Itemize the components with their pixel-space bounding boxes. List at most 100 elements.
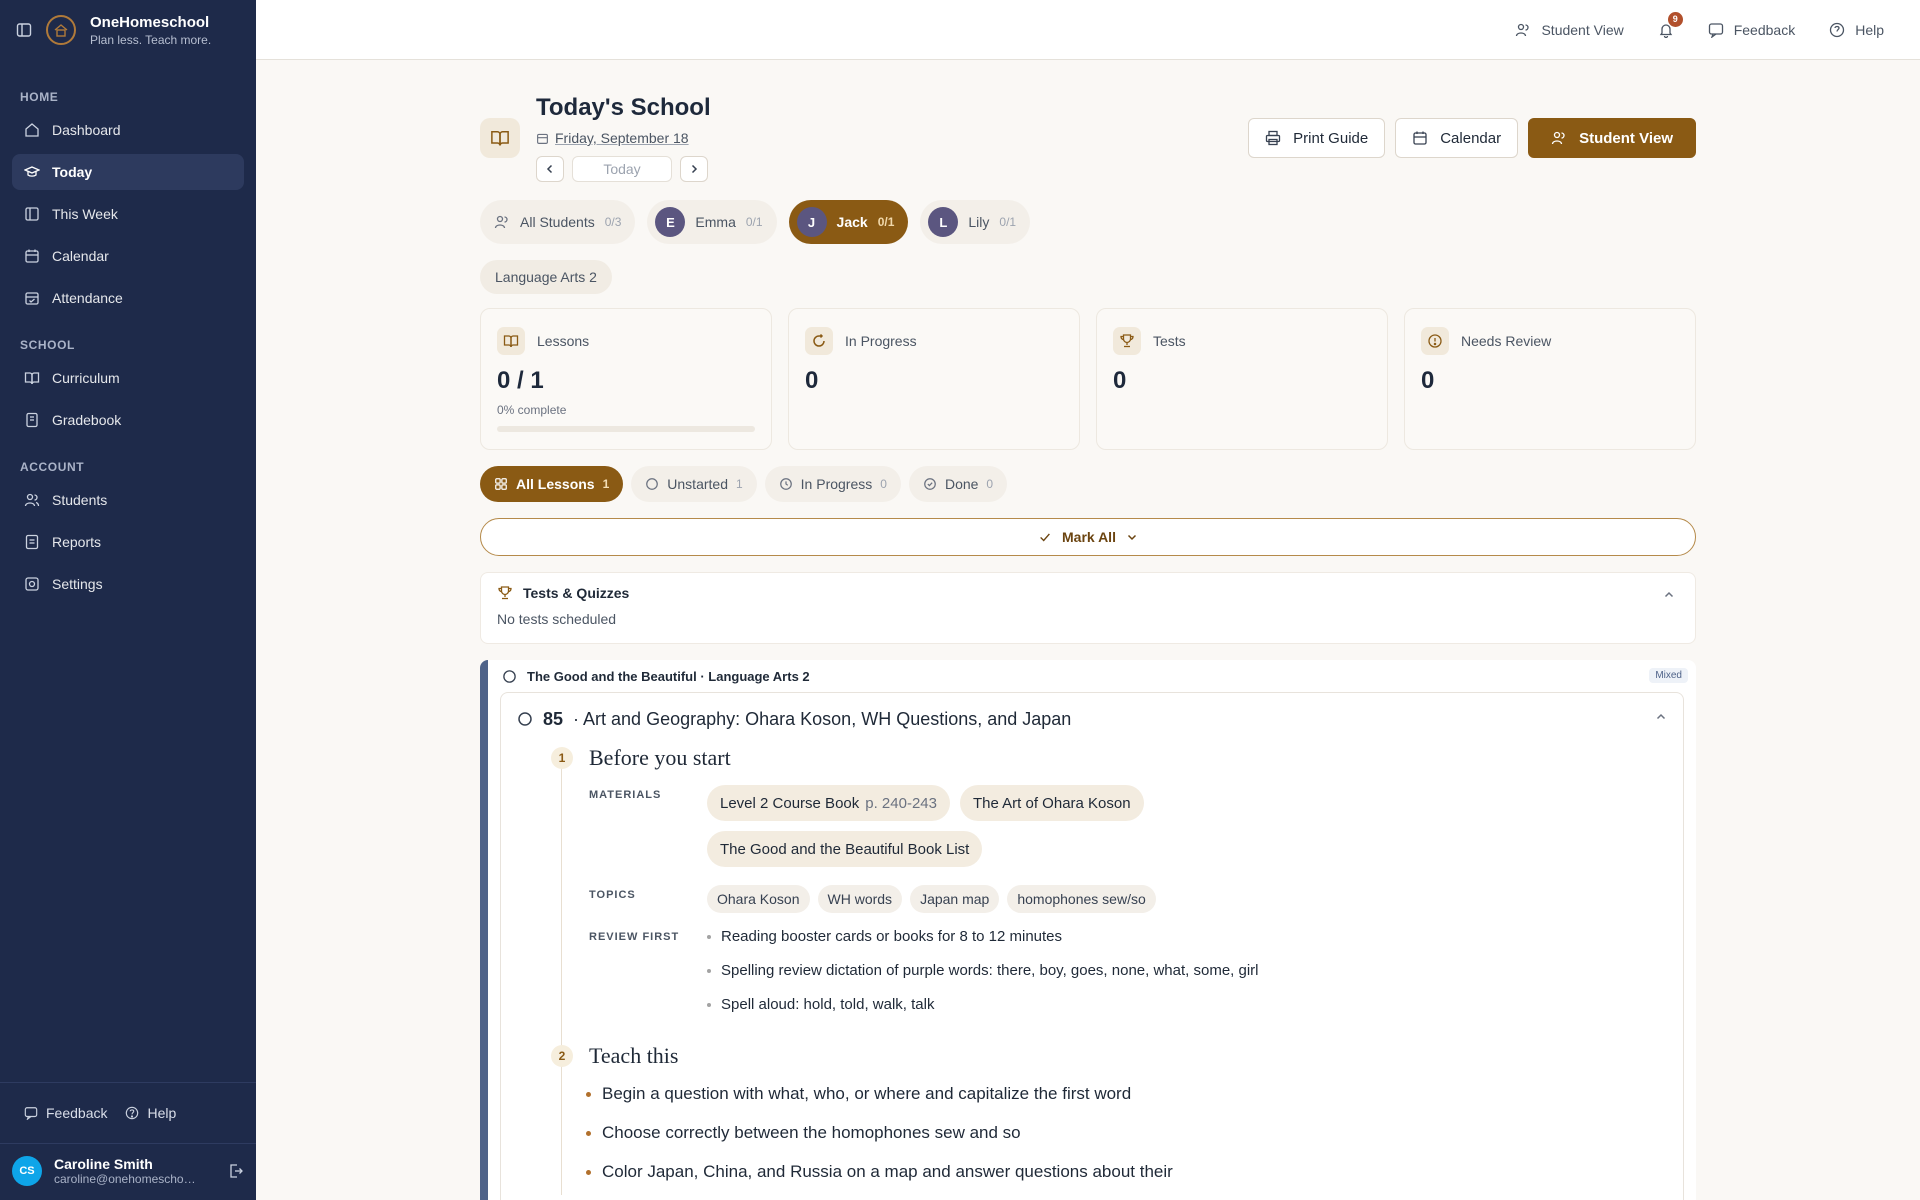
sidebar-item-attendance[interactable]: Attendance — [12, 280, 244, 316]
student-chip-all[interactable]: All Students 0/3 — [480, 200, 636, 244]
users-icon — [1516, 23, 1530, 36]
stat-value: 0 — [1113, 367, 1127, 394]
sidebar-item-reports[interactable]: Reports — [12, 524, 244, 560]
date-navigation: Today — [536, 156, 708, 182]
sidebar: OneHomeschool Plan less. Teach more. HOM… — [0, 0, 256, 1200]
next-day-button[interactable] — [680, 156, 708, 182]
teach-item: Color Japan, China, and Russia on a map … — [586, 1161, 1683, 1200]
student-chip-lily[interactable]: L Lily 0/1 — [920, 200, 1031, 244]
sidebar-footer: Feedback Help CS Caroline Smith caroline… — [0, 1082, 256, 1200]
chevron-right-icon — [691, 164, 698, 174]
tests-empty-message: No tests scheduled — [497, 611, 617, 627]
sidebar-feedback-link[interactable]: Feedback — [24, 1105, 107, 1121]
material-chip[interactable]: The Art of Ohara Koson — [959, 785, 1144, 821]
grid-icon — [495, 478, 507, 490]
filter-in-progress[interactable]: In Progress 0 — [764, 466, 901, 502]
student-chip-emma[interactable]: E Emma 0/1 — [647, 200, 777, 244]
review-item: Spelling review dictation of purple word… — [707, 961, 1683, 995]
lesson-checkbox-icon[interactable] — [517, 711, 533, 727]
filter-all-lessons[interactable]: All Lessons 1 — [480, 466, 624, 502]
sidebar-item-students[interactable]: Students — [12, 482, 244, 518]
logout-icon[interactable] — [228, 1163, 244, 1179]
nav-section-home: HOME — [20, 90, 59, 104]
stats-row: Lessons 0 / 1 0% complete In Progress 0 … — [480, 308, 1696, 450]
notification-count-badge: 9 — [1667, 11, 1683, 27]
material-chip[interactable]: The Good and the Beautiful Book List — [707, 831, 983, 867]
avatar: CS — [12, 1156, 42, 1186]
chevron-down-icon — [1127, 534, 1136, 541]
sidebar-help-link[interactable]: Help — [125, 1105, 176, 1121]
course-mixed-badge: Mixed — [1649, 668, 1688, 683]
settings-icon — [25, 577, 39, 591]
course-title: The Good and the Beautiful · Language Ar… — [527, 668, 810, 684]
topic-chip: Ohara Koson — [707, 885, 810, 913]
student-chip-jack[interactable]: J Jack 0/1 — [788, 200, 909, 244]
topbar-help-button[interactable]: Help — [1829, 22, 1884, 38]
users-icon — [494, 215, 508, 229]
avatar: E — [655, 207, 686, 237]
sidebar-item-settings[interactable]: Settings — [12, 566, 244, 602]
check-icon — [1040, 533, 1050, 542]
topbar-feedback-button[interactable]: Feedback — [1708, 22, 1795, 38]
sidebar-item-gradebook[interactable]: Gradebook — [12, 402, 244, 438]
current-date[interactable]: Friday, September 18 — [536, 130, 689, 146]
main-content: Today's School Friday, September 18 Toda… — [480, 60, 1696, 1200]
alert-circle-icon — [1421, 327, 1449, 355]
review-item: Reading booster cards or books for 8 to … — [707, 927, 1683, 961]
print-guide-button[interactable]: Print Guide — [1248, 118, 1386, 158]
sidebar-item-curriculum[interactable]: Curriculum — [12, 360, 244, 396]
circle-icon — [646, 478, 659, 490]
stat-value: 0 — [1421, 367, 1435, 394]
step-teach-this: 2 Teach this Begin a question with what,… — [501, 1043, 1683, 1200]
users-icon — [24, 493, 40, 507]
filter-done[interactable]: Done 0 — [908, 466, 1008, 502]
mark-all-button[interactable]: Mark All — [480, 518, 1696, 556]
avatar: J — [796, 207, 827, 237]
stat-value: 0 — [805, 367, 819, 394]
book-open-icon — [480, 118, 520, 158]
stat-card-in-progress: In Progress 0 — [788, 308, 1080, 450]
prev-day-button[interactable] — [536, 156, 564, 182]
stat-value: 0 / 1 — [497, 367, 544, 394]
nav-section-school: SCHOOL — [20, 338, 75, 352]
check-circle-icon — [924, 478, 936, 490]
collapse-lesson-button[interactable] — [1655, 711, 1667, 723]
brand: OneHomeschool Plan less. Teach more. — [0, 0, 256, 60]
notifications-button[interactable]: 9 — [1658, 11, 1683, 38]
trophy-icon — [1113, 327, 1141, 355]
tests-title: Tests & Quizzes — [523, 585, 630, 601]
sidebar-item-today[interactable]: Today — [12, 154, 244, 190]
home-icon — [25, 123, 39, 137]
material-chip[interactable]: Level 2 Course Book p. 240-243 — [707, 785, 950, 821]
subject-tag[interactable]: Language Arts 2 — [480, 260, 612, 294]
refresh-icon — [805, 327, 833, 355]
teach-item: Begin a question with what, who, or wher… — [586, 1083, 1683, 1122]
step-number-badge: 2 — [551, 1045, 573, 1067]
sidebar-item-calendar[interactable]: Calendar — [12, 238, 244, 274]
calendar-check-icon — [25, 292, 39, 305]
user-profile[interactable]: CS Caroline Smith caroline@onehomeschool… — [0, 1144, 256, 1200]
message-icon — [24, 1107, 38, 1120]
collapse-tests-button[interactable] — [1663, 589, 1675, 601]
step-number-badge: 1 — [551, 747, 573, 769]
brand-name: OneHomeschool — [90, 13, 210, 31]
filter-unstarted[interactable]: Unstarted 1 — [631, 466, 757, 502]
lessons-progress-bar — [497, 426, 755, 432]
sidebar-toggle-icon[interactable] — [16, 22, 32, 38]
calendar-icon — [537, 133, 548, 144]
calendar-button[interactable]: Calendar — [1395, 118, 1519, 158]
teach-item: Choose correctly between the homophones … — [586, 1122, 1683, 1161]
sidebar-item-dashboard[interactable]: Dashboard — [12, 112, 244, 148]
today-button[interactable]: Today — [572, 156, 672, 182]
sidebar-item-this-week[interactable]: This Week — [12, 196, 244, 232]
page-title: Today's School — [536, 94, 711, 121]
topbar-student-view-button[interactable]: Student View — [1515, 22, 1624, 38]
topic-chip: homophones sew/so — [1007, 885, 1156, 913]
calendar-icon — [1413, 131, 1427, 145]
report-icon — [25, 534, 39, 550]
chevron-left-icon — [546, 164, 553, 174]
circle-checkbox-icon[interactable] — [502, 669, 517, 684]
book-open-icon — [497, 327, 525, 355]
topic-chip: Japan map — [910, 885, 1000, 913]
student-view-button[interactable]: Student View — [1528, 118, 1696, 158]
